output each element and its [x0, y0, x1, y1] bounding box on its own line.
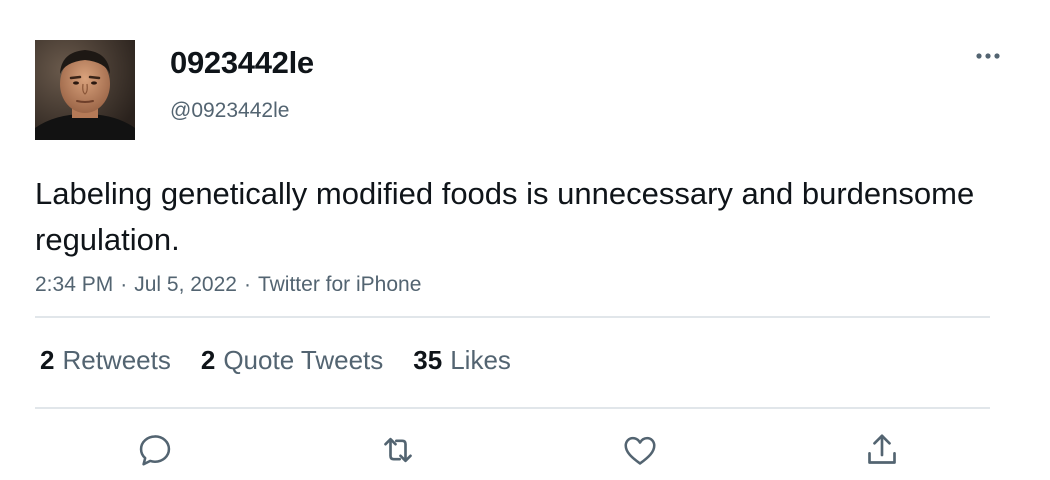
- engagement-stats: 2 Retweets 2 Quote Tweets 35 Likes: [40, 340, 541, 380]
- tweet-metadata: 2:34 PM · Jul 5, 2022 · Twitter for iPhone: [35, 270, 421, 300]
- user-handle[interactable]: @0923442le: [170, 97, 289, 125]
- meta-separator: ·: [243, 273, 251, 296]
- reply-button[interactable]: [133, 428, 177, 472]
- retweet-icon: [384, 437, 412, 463]
- reply-icon: [139, 435, 171, 466]
- quote-tweets-label: Quote Tweets: [223, 344, 384, 375]
- like-button[interactable]: [618, 428, 662, 472]
- tweet-date[interactable]: Jul 5, 2022: [134, 273, 237, 296]
- likes-label: Likes: [450, 344, 511, 375]
- tweet-time[interactable]: 2:34 PM: [35, 273, 113, 296]
- more-horizontal-icon: [976, 53, 1000, 59]
- likes-stat[interactable]: 35 Likes: [413, 345, 511, 376]
- heart-icon: [624, 436, 656, 465]
- quote-tweets-count: 2: [200, 344, 216, 375]
- retweets-label: Retweets: [62, 344, 171, 375]
- avatar-image: [35, 40, 135, 140]
- tweet-text: Labeling genetically modified foods is u…: [35, 176, 975, 257]
- retweets-count: 2: [40, 344, 55, 375]
- quote-tweets-stat[interactable]: 2 Quote Tweets: [201, 345, 383, 376]
- display-name[interactable]: 0923442le: [170, 43, 314, 83]
- tweet-actions-bar: [0, 428, 1050, 472]
- more-options-button[interactable]: [968, 42, 1008, 70]
- likes-count: 35: [413, 344, 443, 375]
- meta-separator: ·: [120, 273, 128, 296]
- retweets-stat[interactable]: 2 Retweets: [40, 345, 171, 376]
- divider: [35, 407, 990, 409]
- retweet-button[interactable]: [376, 428, 420, 472]
- share-button[interactable]: [860, 428, 904, 472]
- avatar[interactable]: [35, 40, 135, 140]
- share-icon: [868, 434, 896, 464]
- divider: [35, 316, 990, 318]
- tweet-source[interactable]: Twitter for iPhone: [258, 273, 421, 296]
